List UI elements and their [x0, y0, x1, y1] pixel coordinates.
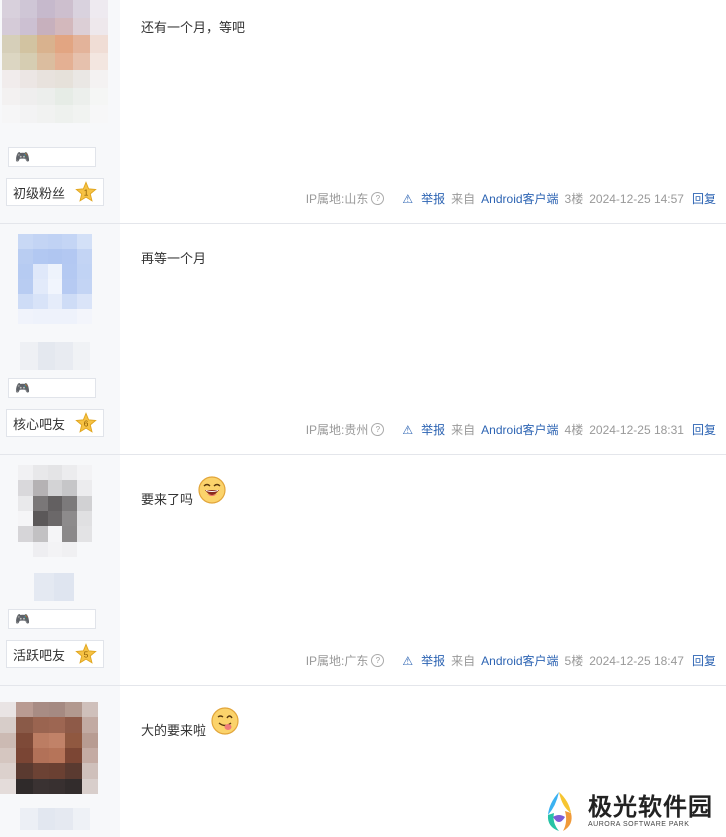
level-label: 活跃吧友 — [13, 647, 66, 663]
avatar[interactable] — [0, 702, 98, 794]
level-star-icon: 6 — [75, 412, 97, 434]
member-badge[interactable]: 🎮 — [8, 378, 96, 398]
reply-button[interactable]: 回复 — [692, 652, 716, 669]
help-icon[interactable]: ? — [371, 423, 385, 436]
username-blurred[interactable] — [34, 573, 74, 601]
level-badge[interactable]: 核心吧友 6 — [6, 409, 104, 437]
post-floor-3: 🎮 初级粉丝 1 还有一个月，等吧 IP属地:山东 ? ⚠ 举报 来自 Androi… — [0, 0, 726, 223]
tongue-face-emoji-icon — [210, 706, 240, 739]
level-badge[interactable]: 活跃吧友 5 — [6, 640, 104, 668]
post-time: 2024-12-25 18:31 — [589, 422, 684, 437]
post-meta: IP属地:广东 ? ⚠ 举报 来自 Android客户端 5楼 2024-12-25… — [306, 652, 716, 669]
watermark-subtitle: AURORA SOFTWARE PARK — [588, 821, 690, 828]
post-time: 2024-12-25 14:57 — [589, 191, 684, 206]
avatar[interactable] — [18, 234, 92, 324]
post-content: 还有一个月，等吧 — [141, 20, 246, 35]
watermark-title: 极光软件园 — [588, 794, 713, 821]
post-meta: IP属地:贵州 ? ⚠ 举报 来自 Android客户端 4楼 2024-12-25… — [306, 421, 716, 438]
client-link[interactable]: Android客户端 — [481, 423, 558, 437]
client-source[interactable]: 来自 Android客户端 — [451, 190, 558, 207]
post-content: 要来了吗 — [141, 475, 227, 508]
ip-location: IP属地:贵州 — [305, 423, 369, 437]
watermark: 极光软件园 AURORA SOFTWARE PARK — [536, 786, 726, 837]
client-link[interactable]: Android客户端 — [481, 654, 558, 668]
client-source[interactable]: 来自 Android客户端 — [451, 652, 558, 669]
floor-number: 3楼 — [564, 192, 584, 206]
post-content: 大的要来啦 — [141, 706, 240, 739]
level-label: 初级粉丝 — [13, 185, 66, 201]
laughing-face-emoji-icon — [197, 475, 227, 508]
username-blurred[interactable] — [20, 342, 90, 370]
post-time: 2024-12-25 18:47 — [589, 653, 684, 668]
report-button[interactable]: ⚠ 举报 — [396, 421, 445, 438]
post-meta: IP属地:山东 ? ⚠ 举报 来自 Android客户端 3楼 2024-12-25… — [306, 190, 716, 207]
author-sidebar: 🎮 活跃吧友 5 — [0, 455, 120, 685]
member-badge[interactable]: 🎮 — [8, 147, 96, 167]
gamepad-icon: 🎮 — [15, 150, 30, 164]
level-badge[interactable]: 初级粉丝 1 — [6, 178, 104, 206]
report-button[interactable]: ⚠ 举报 — [396, 652, 445, 669]
level-label: 核心吧友 — [13, 416, 66, 432]
help-icon[interactable]: ? — [371, 192, 385, 205]
warning-icon: ⚠ — [402, 653, 414, 668]
svg-text:6: 6 — [84, 420, 89, 429]
report-button[interactable]: ⚠ 举报 — [396, 190, 445, 207]
avatar[interactable] — [2, 0, 108, 140]
help-icon[interactable]: ? — [371, 654, 385, 667]
post-floor-4: 🎮 核心吧友 6 再等一个月 IP属地:贵州 ? ⚠ 举报 来自 Android客户… — [0, 224, 726, 454]
member-badge[interactable]: 🎮 — [8, 609, 96, 629]
post-floor-5: 🎮 活跃吧友 5 要来了吗 IP属地:广东 ? ⚠ 举报 来自 Android客… — [0, 455, 726, 685]
svg-text:5: 5 — [84, 651, 89, 660]
warning-icon: ⚠ — [402, 422, 414, 437]
ip-location: IP属地:山东 — [305, 192, 369, 206]
aurora-logo-icon — [547, 791, 572, 831]
gamepad-icon: 🎮 — [15, 612, 30, 626]
client-link[interactable]: Android客户端 — [481, 192, 558, 206]
author-sidebar: 🎮 核心吧友 6 — [0, 224, 120, 454]
warning-icon: ⚠ — [402, 191, 414, 206]
client-source[interactable]: 来自 Android客户端 — [451, 421, 558, 438]
level-star-icon: 5 — [75, 643, 97, 665]
avatar[interactable] — [18, 465, 92, 557]
floor-number: 4楼 — [564, 423, 584, 437]
author-sidebar: 🎮 初级粉丝 1 — [0, 0, 120, 223]
username-blurred[interactable] — [20, 808, 90, 830]
reply-button[interactable]: 回复 — [692, 421, 716, 438]
author-sidebar — [0, 686, 120, 837]
post-content: 再等一个月 — [141, 251, 207, 266]
floor-number: 5楼 — [564, 654, 584, 668]
level-star-icon: 1 — [75, 181, 97, 203]
gamepad-icon: 🎮 — [15, 381, 30, 395]
svg-text:1: 1 — [84, 189, 89, 198]
ip-location: IP属地:广东 — [305, 654, 369, 668]
reply-button[interactable]: 回复 — [692, 190, 716, 207]
